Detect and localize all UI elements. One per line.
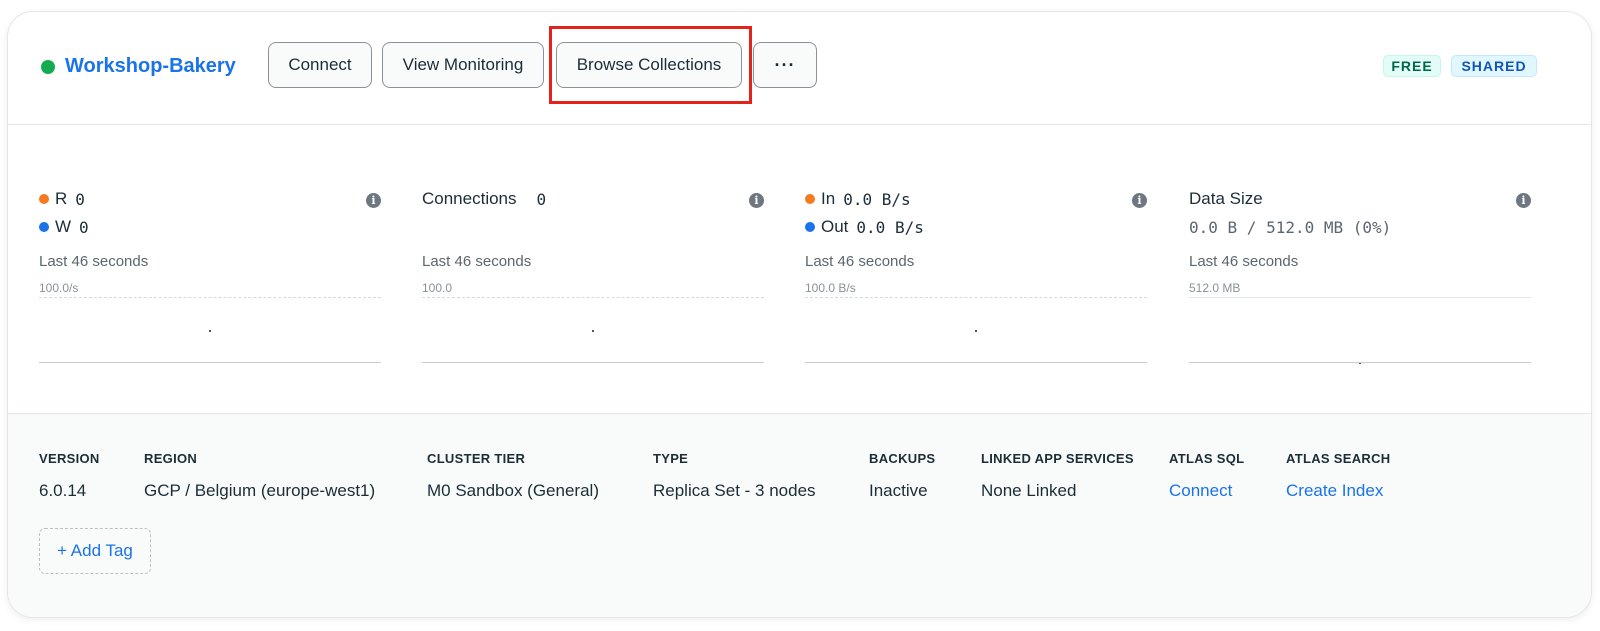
- metric-out-label: Out: [821, 217, 849, 236]
- chart-baseline: [1189, 362, 1531, 363]
- type-value: Replica Set - 3 nodes: [653, 481, 816, 500]
- metric-w-row: W 0: [39, 216, 89, 238]
- info-icon[interactable]: i: [1516, 193, 1531, 208]
- metric-scale: 100.0: [422, 281, 453, 295]
- metric-window: Last 46 seconds: [805, 253, 915, 270]
- linked-app-services-label: LINKED APP SERVICES: [981, 451, 1134, 466]
- metric-data-size-value-row: 0.0 B / 512.0 MB (0%): [1189, 216, 1391, 238]
- version-value: 6.0.14: [39, 481, 87, 500]
- metric-connections: Connections 0 i Last 46 seconds 100.0: [422, 188, 764, 363]
- metric-window: Last 46 seconds: [39, 253, 149, 270]
- atlas-search-label: ATLAS SEARCH: [1286, 451, 1391, 466]
- metric-connections-value: 0: [536, 189, 547, 209]
- chart-point: [209, 330, 211, 332]
- cluster-tier-value: M0 Sandbox (General): [427, 481, 599, 500]
- shared-badge: SHARED: [1451, 55, 1537, 77]
- metric-data-size-value: 0.0 B / 512.0 MB (0%): [1189, 217, 1392, 237]
- region-column: REGION GCP / Belgium (europe-west1): [144, 451, 375, 501]
- chart-max-line: [1189, 297, 1531, 298]
- chart-baseline: [422, 362, 764, 363]
- metric-scale: 100.0/s: [39, 281, 79, 295]
- write-dot-icon: [39, 222, 49, 232]
- backups-column: BACKUPS Inactive: [869, 451, 935, 501]
- metric-scale: 100.0 B/s: [805, 281, 856, 295]
- atlas-sql-label: ATLAS SQL: [1169, 451, 1245, 466]
- metric-scale: 512.0 MB: [1189, 281, 1241, 295]
- metric-r-row: R 0: [39, 188, 85, 210]
- metric-out-row: Out 0.0 B/s: [805, 216, 924, 238]
- linked-app-services-value: None Linked: [981, 481, 1077, 500]
- atlas-sql-connect-link[interactable]: Connect: [1169, 481, 1244, 501]
- atlas-search-column: ATLAS SEARCH Create Index: [1286, 451, 1390, 501]
- in-dot-icon: [805, 194, 815, 204]
- view-monitoring-button[interactable]: View Monitoring: [382, 42, 544, 88]
- cluster-name-link[interactable]: Workshop-Bakery: [65, 53, 236, 79]
- cluster-details-footer: VERSION 6.0.14 REGION GCP / Belgium (eur…: [8, 413, 1591, 617]
- more-options-button[interactable]: ···: [753, 42, 817, 88]
- region-label: REGION: [144, 451, 198, 466]
- metric-connections-row: Connections 0: [422, 188, 546, 210]
- type-column: TYPE Replica Set - 3 nodes: [653, 451, 816, 501]
- metric-w-value: 0: [79, 217, 89, 237]
- metric-window: Last 46 seconds: [1189, 253, 1299, 270]
- metric-w-label: W: [55, 217, 72, 236]
- free-badge: FREE: [1383, 55, 1441, 77]
- metric-operations: R 0 W 0 i Last 46 seconds 100.0/s: [39, 188, 381, 363]
- metric-out-value: 0.0 B/s: [856, 217, 924, 237]
- linked-app-services-column: LINKED APP SERVICES None Linked: [981, 451, 1134, 501]
- chart-max-line: [805, 297, 1147, 298]
- atlas-sql-column: ATLAS SQL Connect: [1169, 451, 1244, 501]
- chart-max-line: [422, 297, 764, 298]
- cluster-header: Workshop-Bakery Connect View Monitoring …: [8, 12, 1591, 125]
- metric-connections-label: Connections: [422, 189, 517, 208]
- metric-in-value: 0.0 B/s: [843, 189, 911, 209]
- metric-data-size-label: Data Size: [1189, 189, 1263, 208]
- metric-r-label: R: [55, 189, 68, 208]
- info-icon[interactable]: i: [366, 193, 381, 208]
- metric-r-value: 0: [75, 189, 85, 209]
- chart-baseline: [39, 362, 381, 363]
- create-index-link[interactable]: Create Index: [1286, 481, 1390, 501]
- cluster-tier-label: CLUSTER TIER: [427, 451, 526, 466]
- metric-in-row: In 0.0 B/s: [805, 188, 911, 210]
- backups-label: BACKUPS: [869, 451, 936, 466]
- metric-window: Last 46 seconds: [422, 253, 532, 270]
- version-label: VERSION: [39, 451, 100, 466]
- status-dot-icon: [41, 60, 55, 74]
- type-label: TYPE: [653, 451, 689, 466]
- chart-baseline: [805, 362, 1147, 363]
- metric-data-size: Data Size 0.0 B / 512.0 MB (0%) i Last 4…: [1189, 188, 1531, 364]
- metric-in-label: In: [821, 189, 836, 208]
- cluster-tier-column: CLUSTER TIER M0 Sandbox (General): [427, 451, 599, 501]
- browse-collections-button[interactable]: Browse Collections: [556, 42, 742, 88]
- backups-value: Inactive: [869, 481, 928, 500]
- version-column: VERSION 6.0.14: [39, 451, 100, 501]
- info-icon[interactable]: i: [749, 193, 764, 208]
- metric-network: In 0.0 B/s Out 0.0 B/s i Last 46 seconds…: [805, 188, 1147, 363]
- read-dot-icon: [39, 194, 49, 204]
- region-value: GCP / Belgium (europe-west1): [144, 481, 376, 500]
- chart-point: [592, 330, 594, 332]
- add-tag-button[interactable]: + Add Tag: [39, 528, 151, 574]
- chart-point: [975, 330, 977, 332]
- info-icon[interactable]: i: [1132, 193, 1147, 208]
- out-dot-icon: [805, 222, 815, 232]
- metric-data-size-row: Data Size: [1189, 188, 1263, 210]
- cluster-card: Workshop-Bakery Connect View Monitoring …: [7, 11, 1592, 618]
- connect-button[interactable]: Connect: [268, 42, 372, 88]
- chart-max-line: [39, 297, 381, 298]
